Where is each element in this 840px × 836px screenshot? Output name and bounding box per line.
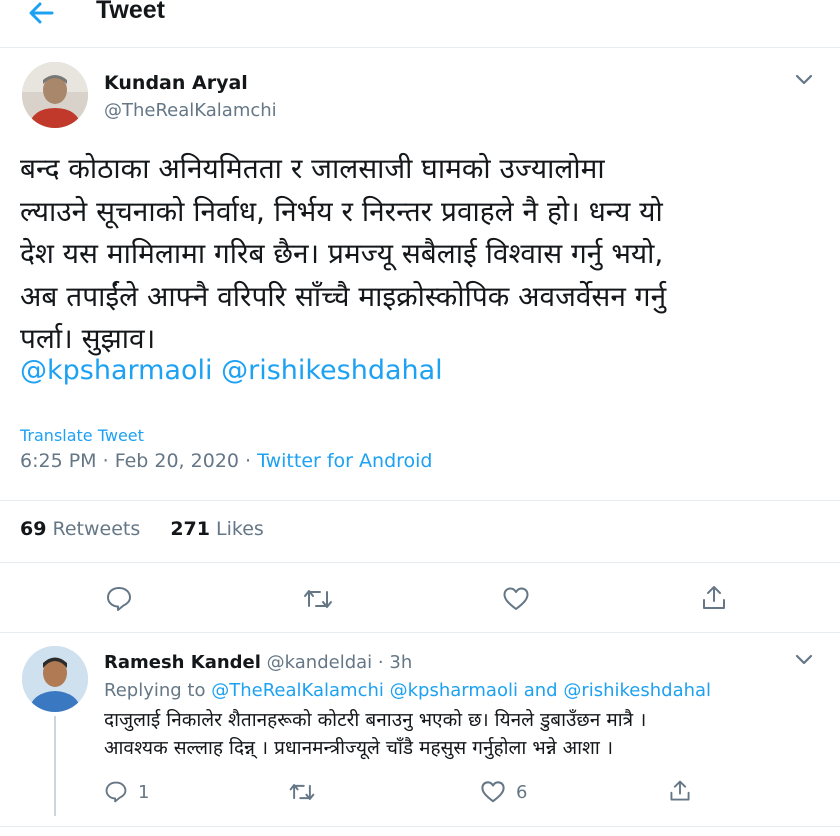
mention-link[interactable]: @rishikeshdahal [563, 680, 711, 701]
meta-separator: · [102, 450, 109, 472]
reply-text-line: दाजुलाई निकालेर शैतानहरूको कोटरी बनाउनु … [104, 709, 647, 731]
avatar-image [22, 646, 88, 712]
mention-link[interactable]: @rishikeshdahal [221, 355, 443, 386]
chevron-down-icon [795, 74, 813, 85]
share-icon [670, 780, 690, 801]
retweets-count: 69 [20, 518, 47, 540]
reply-author-name[interactable]: Ramesh Kandel [104, 652, 261, 673]
divider [0, 500, 840, 501]
mention-link[interactable]: @TheRealKalamchi [211, 680, 384, 701]
mention-link[interactable]: @kpsharmaoli [20, 355, 213, 386]
comment-icon [105, 781, 127, 803]
translate-tweet-link[interactable]: Translate Tweet [20, 426, 144, 445]
tweet-text-line: देश यस मामिलामा गरिब छैन। प्रमज्यू सबैला… [20, 237, 664, 270]
divider [0, 562, 840, 563]
divider [0, 632, 840, 633]
share-icon [703, 586, 725, 609]
tweet-text-line: ल्याउने सूचनाको निर्वाध, निर्भय र निरन्त… [20, 194, 663, 228]
avatar[interactable] [22, 646, 88, 712]
retweet-button[interactable] [300, 584, 336, 614]
thread-line [54, 716, 56, 816]
comment-icon [107, 587, 131, 611]
mentions: @kpsharmaoli @rishikeshdahal [20, 355, 443, 386]
reply-author-handle[interactable]: @kandeldai [267, 652, 373, 673]
author-handle[interactable]: @TheRealKalamchi [104, 100, 277, 121]
reply-count: 1 [138, 781, 150, 803]
page-header: Tweet [0, 0, 840, 48]
like-button[interactable] [500, 584, 532, 614]
retweet-icon [289, 784, 315, 800]
author-name[interactable]: Kundan Aryal [104, 72, 248, 94]
replying-to: Replying to @TheRealKalamchi @kpsharmaol… [104, 680, 711, 701]
page-title: Tweet [96, 0, 165, 24]
reply-retweet-button[interactable] [288, 780, 326, 804]
reply-like-button[interactable]: 6 [480, 780, 527, 804]
reply-tweet[interactable]: Ramesh Kandel @kandeldai · 3h Replying t… [0, 636, 840, 816]
tweet-text-line: बन्द कोठाका अनियमितता र जालसाजी घामको उज… [20, 152, 605, 185]
reply-button[interactable] [102, 584, 136, 614]
reply-header: Ramesh Kandel @kandeldai · 3h [104, 652, 412, 673]
tweet-time[interactable]: 6:25 PM [20, 450, 97, 472]
likes-count: 271 [170, 518, 210, 540]
more-options-button[interactable] [794, 72, 814, 86]
mention-link[interactable]: @kpsharmaoli [390, 680, 518, 701]
tweet-text: बन्द कोठाका अनियमितता र जालसाजी घामको उज… [20, 148, 820, 361]
reply-text-line: आवश्यक सल्लाह दिन्न् । प्रधानमन्त्रीज्यू… [104, 737, 614, 759]
heart-icon [503, 587, 529, 610]
next-tweet-edge [0, 826, 840, 836]
heart-icon [481, 781, 505, 803]
reply-time[interactable]: 3h [389, 652, 412, 673]
retweet-icon [304, 590, 332, 608]
avatar[interactable] [22, 62, 88, 128]
retweets-stat[interactable]: 69 Retweets [20, 518, 140, 540]
likes-label: Likes [216, 518, 264, 540]
replying-and: and [523, 680, 558, 701]
replying-prefix: Replying to [104, 680, 206, 701]
tweet-date[interactable]: Feb 20, 2020 [115, 450, 239, 472]
reply-share-button[interactable] [668, 778, 702, 804]
share-button[interactable] [698, 582, 730, 614]
reply-text: दाजुलाई निकालेर शैतानहरूको कोटरी बनाउनु … [104, 706, 804, 762]
reply-reply-button[interactable]: 1 [104, 780, 149, 804]
chevron-down-icon [795, 654, 813, 665]
meta-separator: · [377, 652, 384, 673]
back-button[interactable] [24, 0, 58, 26]
retweets-label: Retweets [52, 518, 141, 540]
likes-stat[interactable]: 271 Likes [170, 518, 264, 540]
like-count: 6 [516, 781, 528, 803]
meta-separator: · [245, 450, 252, 472]
tweet-meta: 6:25 PM · Feb 20, 2020 · Twitter for And… [20, 450, 432, 472]
tweet-source[interactable]: Twitter for Android [257, 450, 432, 472]
tweet-stats: 69 Retweets 271 Likes [20, 518, 288, 540]
avatar-image [22, 62, 88, 128]
arrow-left-icon [29, 2, 54, 24]
tweet-text-line: अब तपाईंले आफ्नै वरिपरि साँच्चै माइक्रोस… [20, 279, 667, 313]
more-options-button[interactable] [794, 652, 814, 666]
